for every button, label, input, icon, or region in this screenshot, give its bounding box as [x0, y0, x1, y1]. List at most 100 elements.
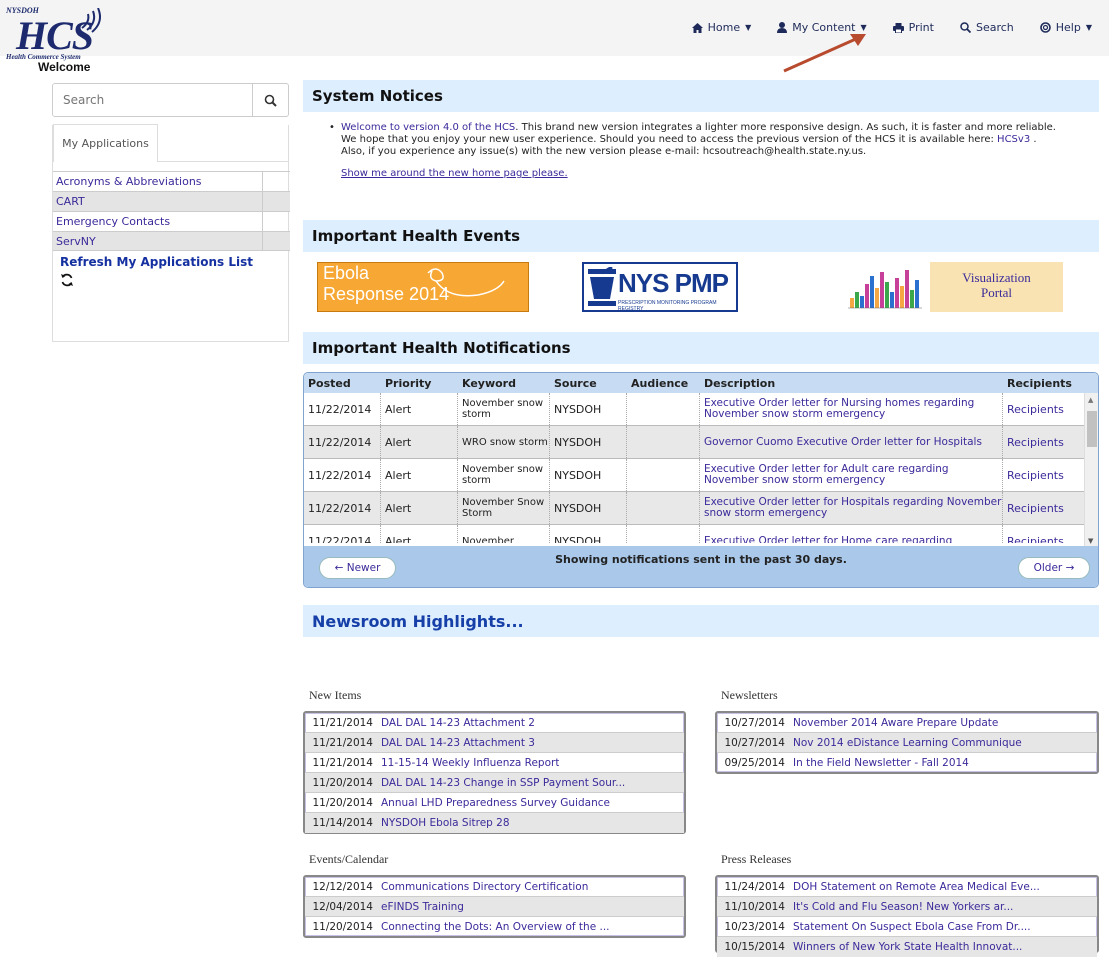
col-recipients[interactable]: Recipients [1003, 377, 1083, 390]
cell-description-link[interactable]: Executive Order letter for Hospitals reg… [700, 492, 1003, 524]
cell-description-link[interactable]: Executive Order letter for Home care reg… [700, 525, 1003, 543]
list-item[interactable]: 12/04/2014 eFINDS Training [305, 897, 684, 917]
nys-pmp-banner[interactable]: NYS PMP PRESCRIPTION MONITORING PROGRAM … [582, 262, 738, 312]
vis-line2: Portal [980, 285, 1013, 300]
list-item[interactable]: 11/20/2014 Connecting the Dots: An Overvi… [305, 917, 684, 937]
list-item[interactable]: 11/20/2014 Annual LHD Preparedness Survey… [305, 793, 684, 813]
cell-posted: 11/22/2014 [304, 492, 381, 524]
item-link[interactable]: DAL DAL 14-23 Change in SSP Payment Sour… [381, 777, 625, 789]
item-date: 11/24/2014 [724, 880, 785, 893]
col-priority[interactable]: Priority [381, 377, 458, 390]
mortar-pestle-icon [588, 267, 616, 306]
system-notices-title: System Notices [303, 80, 1099, 112]
item-link[interactable]: It's Cold and Flu Season! New Yorkers ar… [793, 901, 1013, 913]
item-date: 12/04/2014 [312, 900, 373, 913]
version-link[interactable]: Welcome to version 4.0 of the HCS [341, 122, 515, 133]
cell-recipients-link[interactable]: Recipients [1003, 525, 1083, 544]
item-link[interactable]: In the Field Newsletter - Fall 2014 [793, 757, 969, 769]
item-link[interactable]: eFINDS Training [381, 901, 464, 913]
col-keyword[interactable]: Keyword [458, 377, 550, 390]
list-item[interactable]: 10/15/2014 Winners of New York State Heal… [717, 937, 1097, 957]
list-item[interactable]: 11/21/2014 DAL DAL 14-23 Attachment 2 [305, 713, 684, 733]
cell-priority: Alert [381, 459, 458, 491]
list-item[interactable]: 11/21/2014 DAL DAL 14-23 Attachment 3 [305, 733, 684, 753]
cell-description-link[interactable]: Executive Order letter for Nursing homes… [700, 393, 1003, 425]
press-releases-label: Press Releases [721, 852, 792, 866]
item-date: 11/14/2014 [312, 817, 373, 829]
item-link[interactable]: NYSDOH Ebola Sitrep 28 [381, 817, 510, 829]
item-link[interactable]: Nov 2014 eDistance Learning Communique [793, 737, 1022, 749]
app-link[interactable]: CART [53, 192, 262, 211]
nav-home[interactable]: Home ▼ [679, 18, 765, 37]
cell-audience [627, 393, 700, 425]
col-posted[interactable]: Posted [304, 377, 381, 390]
list-item[interactable]: 11/10/2014 It's Cold and Flu Season! New … [717, 897, 1097, 917]
cell-description-link[interactable]: Governor Cuomo Executive Order letter fo… [700, 426, 1003, 458]
older-button[interactable]: Older → [1018, 557, 1090, 579]
list-item[interactable]: 11/24/2014 DOH Statement on Remote Area M… [717, 877, 1097, 897]
cell-recipients-link[interactable]: Recipients [1003, 459, 1083, 491]
nav-help[interactable]: Help ▼ [1027, 18, 1105, 37]
app-row[interactable]: Emergency Contacts [53, 211, 290, 231]
notifications-scrollbar[interactable]: ▲ ▼ [1084, 393, 1098, 548]
refresh-applications-link[interactable]: Refresh My Applications List [60, 255, 253, 269]
print-icon [892, 22, 904, 33]
cell-recipients-link[interactable]: Recipients [1003, 426, 1083, 458]
col-audience[interactable]: Audience [627, 377, 700, 390]
list-item[interactable]: 11/14/2014 NYSDOH Ebola Sitrep 28 [305, 813, 684, 833]
list-item[interactable]: 09/25/2014 In the Field Newsletter - Fall… [717, 753, 1097, 773]
item-link[interactable]: Winners of New York State Health Innovat… [793, 941, 1022, 953]
item-link[interactable]: 11-15-14 Weekly Influenza Report [381, 757, 559, 769]
list-item[interactable]: 12/12/2014 Communications Directory Certi… [305, 877, 684, 897]
list-item[interactable]: 10/27/2014 Nov 2014 eDistance Learning Co… [717, 733, 1097, 753]
list-item[interactable]: 10/27/2014 November 2014 Aware Prepare Up… [717, 713, 1097, 733]
refresh-icon[interactable] [60, 273, 74, 287]
table-row: 11/22/2014 Alert November snow storm NYS… [304, 393, 1098, 426]
item-link[interactable]: DAL DAL 14-23 Attachment 3 [381, 737, 535, 749]
ebola-response-banner[interactable]: Ebola Response 2014 [317, 262, 529, 312]
item-link[interactable]: DOH Statement on Remote Area Medical Eve… [793, 881, 1040, 893]
search-button[interactable] [252, 84, 288, 116]
item-link[interactable]: Annual LHD Preparedness Survey Guidance [381, 797, 610, 809]
pmp-banner-text: NYS PMP [618, 268, 729, 298]
app-link[interactable]: ServNY [53, 232, 262, 250]
scroll-down-icon[interactable]: ▼ [1088, 537, 1093, 545]
hcsv3-link[interactable]: HCSv3 [997, 134, 1030, 145]
applications-list: Acronyms & Abbreviations CART Emergency … [53, 171, 290, 251]
system-notice: • Welcome to version 4.0 of the HCS. Thi… [303, 112, 1099, 220]
show-me-around-link[interactable]: Show me around the new home page please. [341, 168, 1063, 180]
app-link[interactable]: Emergency Contacts [53, 212, 262, 231]
nav-print[interactable]: Print [880, 18, 947, 37]
item-link[interactable]: Communications Directory Certification [381, 881, 588, 893]
item-link[interactable]: November 2014 Aware Prepare Update [793, 717, 998, 729]
list-item[interactable]: 11/21/2014 11-15-14 Weekly Influenza Repo… [305, 753, 684, 773]
cell-description-link[interactable]: Executive Order letter for Adult care re… [700, 459, 1003, 491]
app-row[interactable]: Acronyms & Abbreviations [53, 171, 290, 191]
tab-my-applications[interactable]: My Applications [53, 124, 158, 162]
chevron-down-icon: ▼ [745, 23, 752, 32]
app-row[interactable]: ServNY [53, 231, 290, 251]
app-row[interactable]: CART [53, 191, 290, 211]
cell-recipients-link[interactable]: Recipients [1003, 492, 1083, 524]
list-item[interactable]: 11/20/2014 DAL DAL 14-23 Change in SSP Pa… [305, 773, 684, 793]
item-link[interactable]: Connecting the Dots: An Overview of the … [381, 921, 610, 933]
cell-recipients-link[interactable]: Recipients [1003, 393, 1083, 425]
item-link[interactable]: Statement On Suspect Ebola Case From Dr.… [793, 921, 1031, 933]
item-date: 11/21/2014 [312, 756, 373, 769]
app-link[interactable]: Acronyms & Abbreviations [53, 172, 262, 191]
nav-search[interactable]: Search [947, 18, 1027, 37]
table-row: 11/22/2014 Alert WRO snow storm NYSDOH G… [304, 426, 1098, 459]
col-source[interactable]: Source [550, 377, 627, 390]
search-input[interactable] [53, 84, 252, 116]
table-row: 11/22/2014 Alert November NYSDOH Executi… [304, 525, 1098, 543]
hcs-logo[interactable]: NYSDOH HCS Health Commerce System Welcom… [4, 4, 164, 74]
visualization-portal-banner[interactable]: Visualization Portal [846, 262, 1063, 312]
health-events-title: Important Health Events [303, 220, 1099, 252]
item-date: 10/27/2014 [724, 736, 785, 749]
item-link[interactable]: DAL DAL 14-23 Attachment 2 [381, 717, 535, 729]
col-description[interactable]: Description [700, 377, 1003, 390]
list-item[interactable]: 10/23/2014 Statement On Suspect Ebola Cas… [717, 917, 1097, 937]
cell-audience [627, 426, 700, 458]
scrollbar-thumb[interactable] [1087, 411, 1097, 447]
scroll-up-icon[interactable]: ▲ [1088, 396, 1093, 404]
